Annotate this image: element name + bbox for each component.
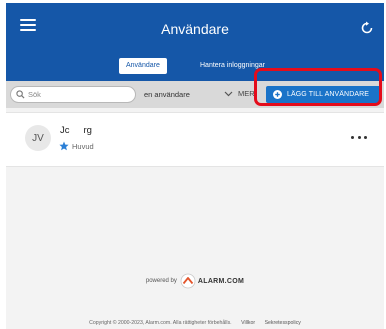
copyright-text: Copyright © 2000-2023, Alarm.com. Alla r… [89, 320, 232, 326]
more-options-icon[interactable] [351, 132, 367, 142]
user-name-end: rg [83, 125, 92, 136]
user-role-label: Huvud [72, 141, 94, 151]
powered-by-text: powered by [145, 278, 177, 284]
user-list: JV Jc rg Huvud [6, 112, 384, 167]
star-icon [59, 141, 69, 151]
search-icon [16, 90, 25, 99]
tab-manage-logins[interactable]: Hantera inloggningar [193, 58, 272, 74]
avatar: JV [25, 125, 51, 151]
user-count: en användare [144, 90, 190, 99]
add-user-label: LÄGG TILL ANVÄNDARE [287, 91, 370, 98]
powered-by: powered by ALARM.COM [6, 273, 384, 289]
more-dropdown[interactable]: MER [224, 89, 255, 98]
tab-users[interactable]: Användare [119, 58, 167, 74]
users-page: Användare Användare Hantera inloggningar… [6, 3, 384, 329]
privacy-link[interactable]: Sekretesspolicy [265, 320, 301, 326]
toolbar: en användare MER LÄGG TILL ANVÄNDARE [6, 81, 384, 108]
plus-circle-icon [273, 90, 282, 99]
brand-name: ALARM.COM [197, 277, 245, 285]
user-name-start: Jc [60, 125, 70, 136]
tab-bar: Användare Hantera inloggningar [6, 58, 384, 78]
refresh-icon[interactable] [360, 21, 374, 35]
search-input[interactable] [28, 90, 128, 99]
alarm-logo-icon [180, 273, 196, 289]
chevron-down-icon [224, 91, 233, 96]
user-name: Jc rg [60, 125, 92, 136]
terms-link[interactable]: Villkor [241, 320, 255, 326]
user-role: Huvud [59, 141, 94, 151]
add-user-button[interactable]: LÄGG TILL ANVÄNDARE [266, 86, 381, 103]
copyright: Copyright © 2000-2023, Alarm.com. Alla r… [6, 320, 384, 326]
list-item[interactable]: JV Jc rg Huvud [6, 113, 384, 168]
more-label: MER [238, 89, 255, 98]
search-box [10, 86, 136, 103]
page-title: Användare [161, 21, 229, 37]
app-header: Användare Användare Hantera inloggningar [6, 3, 384, 81]
